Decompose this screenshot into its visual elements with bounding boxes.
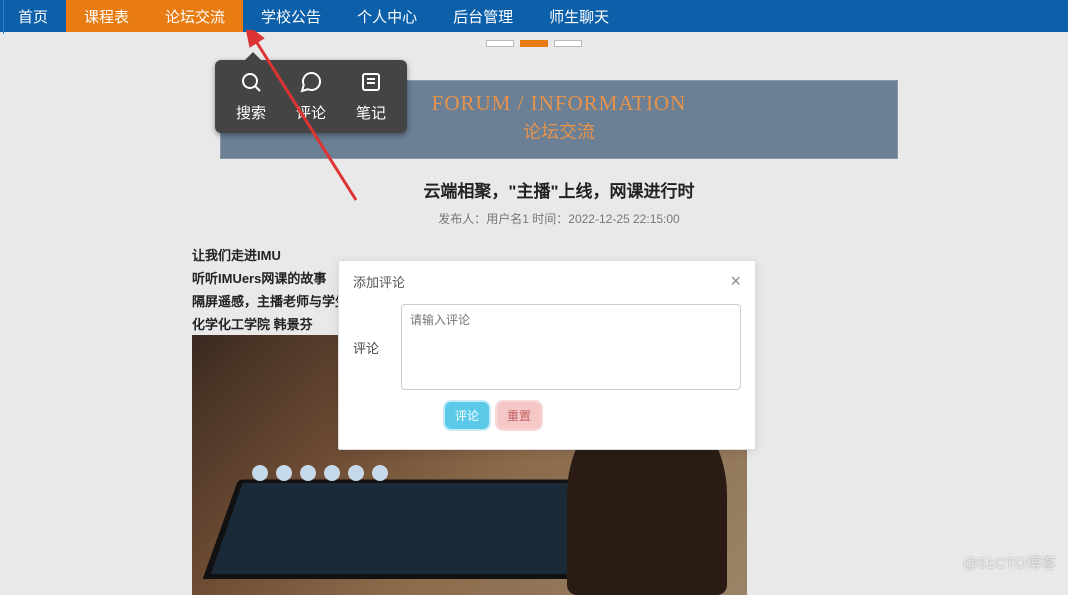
modal-title: 添加评论 [353,272,405,291]
top-nav: 首页 课程表 论坛交流 学校公告 个人中心 后台管理 师生聊天 [0,0,1068,32]
tool-label: 评论 [296,102,326,123]
comment-icon [299,70,323,102]
search-icon [239,70,263,102]
ruler-mark [3,0,4,34]
slider-dot[interactable] [554,40,582,47]
nav-forum[interactable]: 论坛交流 [147,0,243,32]
article-title: 云端相聚，"主播"上线，网课进行时 [220,177,898,202]
comment-field-label: 评论 [353,304,401,357]
tool-search[interactable]: 搜索 [221,70,281,123]
tool-label: 搜索 [236,102,266,123]
watermark: @51CTO博客 [963,552,1056,573]
nav-profile[interactable]: 个人中心 [339,0,435,32]
modal-close-button[interactable]: × [730,271,741,292]
grid-icons [252,465,388,481]
tool-label: 笔记 [356,102,386,123]
popover-arrow [245,52,261,60]
slider-dot[interactable] [520,40,548,47]
article-meta: 发布人：用户名1 时间：2022-12-25 22:15:00 [220,210,898,227]
tool-popover: 搜索 评论 笔记 [215,60,407,133]
tool-note[interactable]: 笔记 [341,70,401,123]
slider-dot[interactable] [486,40,514,47]
nav-admin[interactable]: 后台管理 [435,0,531,32]
slider-indicator [486,40,582,47]
nav-home[interactable]: 首页 [0,0,66,32]
comment-textarea[interactable] [401,304,741,390]
add-comment-modal: 添加评论 × 评论 评论 重置 [338,260,756,450]
note-icon [359,70,383,102]
reset-comment-button[interactable]: 重置 [497,402,541,429]
close-icon: × [730,271,741,291]
nav-notice[interactable]: 学校公告 [243,0,339,32]
nav-schedule[interactable]: 课程表 [66,0,147,32]
tool-comment[interactable]: 评论 [281,70,341,123]
nav-chat[interactable]: 师生聊天 [531,0,627,32]
submit-comment-button[interactable]: 评论 [445,402,489,429]
